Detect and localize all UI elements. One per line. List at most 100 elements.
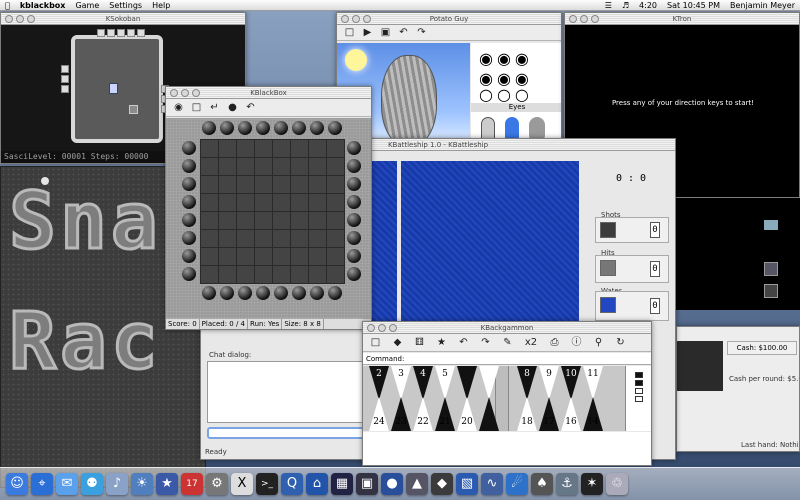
chat-input[interactable] <box>207 427 367 439</box>
laser-entry-ball[interactable] <box>347 141 361 155</box>
own-sea-grid[interactable] <box>369 161 397 327</box>
laser-entry-ball[interactable] <box>220 286 234 300</box>
minimize-button[interactable] <box>352 15 360 23</box>
menu-help[interactable]: Help <box>147 0 175 11</box>
blackbox-board[interactable] <box>166 118 371 320</box>
quicktime-icon[interactable]: Q <box>281 473 303 495</box>
checker[interactable] <box>635 380 643 386</box>
laser-entry-ball[interactable] <box>182 195 196 209</box>
laser-entry-ball[interactable] <box>182 231 196 245</box>
new-icon[interactable]: □ <box>369 336 382 349</box>
close-button[interactable] <box>341 15 349 23</box>
board-point[interactable] <box>479 366 499 400</box>
command-bar[interactable]: Command: <box>363 353 651 365</box>
ksokoban-titlebar[interactable]: KSokoban <box>1 13 245 25</box>
finder-icon[interactable]: ☺ <box>6 473 28 495</box>
laser-entry-ball[interactable] <box>347 231 361 245</box>
kblackbox-icon[interactable]: ▦ <box>331 473 353 495</box>
redo-icon[interactable]: ↷ <box>479 336 492 349</box>
klines-icon[interactable]: ● <box>381 473 403 495</box>
kbattleship-icon[interactable]: ⚓ <box>556 473 578 495</box>
undo-icon[interactable]: ↶ <box>457 336 470 349</box>
checker[interactable] <box>635 388 643 394</box>
laser-entry-ball[interactable] <box>347 249 361 263</box>
kbounce-icon[interactable]: ☄ <box>506 473 528 495</box>
apple-menu-icon[interactable]:  <box>0 0 15 11</box>
laser-entry-ball[interactable] <box>347 195 361 209</box>
app-menu[interactable]: kblackbox <box>15 0 71 11</box>
safari-icon[interactable]: ⌖ <box>31 473 53 495</box>
minimize-button[interactable] <box>580 15 588 23</box>
kasteroids-icon[interactable]: ✶ <box>581 473 603 495</box>
chat-log[interactable] <box>207 361 367 423</box>
kbackgammon-titlebar[interactable]: KBackgammon <box>363 322 651 334</box>
terminal-icon[interactable]: >_ <box>256 473 278 495</box>
ktron-titlebar[interactable]: KTron <box>565 13 799 25</box>
laser-entry-ball[interactable] <box>182 213 196 227</box>
laser-entry-ball[interactable] <box>347 159 361 173</box>
laser-entry-ball[interactable] <box>182 267 196 281</box>
hint-icon[interactable]: ↵ <box>208 101 221 114</box>
user-name[interactable]: Benjamin Meyer <box>725 0 800 11</box>
close-button[interactable] <box>170 89 178 97</box>
print-icon[interactable]: ⎙ <box>548 336 561 349</box>
mail-icon[interactable]: ✉ <box>56 473 78 495</box>
laser-entry-ball[interactable] <box>274 286 288 300</box>
kde-icon[interactable]: ⌂ <box>306 473 328 495</box>
open-icon[interactable]: ▶ <box>361 26 374 39</box>
itunes-icon[interactable]: ♪ <box>106 473 128 495</box>
solve-icon[interactable]: □ <box>190 101 203 114</box>
laser-entry-ball[interactable] <box>328 286 342 300</box>
minimize-button[interactable] <box>16 15 24 23</box>
preferences-icon[interactable]: ⚙ <box>206 473 228 495</box>
laser-entry-ball[interactable] <box>182 159 196 173</box>
close-button[interactable] <box>5 15 13 23</box>
x11-icon[interactable]: X <box>231 473 253 495</box>
laser-entry-ball[interactable] <box>202 121 216 135</box>
laser-entry-ball[interactable] <box>256 286 270 300</box>
zoom-button[interactable] <box>192 89 200 97</box>
kbackgammon-icon[interactable]: ▲ <box>406 473 428 495</box>
ichat-icon[interactable]: ⚉ <box>81 473 103 495</box>
close-button[interactable] <box>569 15 577 23</box>
backgammon-board[interactable]: 2 24 3 23 4 22 5 21 20 8 18 9 17 10 16 11 14 <box>363 366 651 431</box>
trash-icon[interactable]: ♲ <box>606 473 628 495</box>
menu-settings[interactable]: Settings <box>104 0 147 11</box>
minimize-button[interactable] <box>378 324 386 332</box>
move-icon[interactable]: ★ <box>435 336 448 349</box>
info-icon[interactable]: ⓘ <box>570 336 583 349</box>
laser-entry-ball[interactable] <box>182 141 196 155</box>
connect-icon[interactable]: ◆ <box>391 336 404 349</box>
board-point[interactable] <box>479 397 499 431</box>
date-time[interactable]: Sat 10:45 PM <box>662 0 725 11</box>
iphoto-icon[interactable]: ☀ <box>131 473 153 495</box>
laser-entry-ball[interactable] <box>292 286 306 300</box>
kblackbox-titlebar[interactable]: KBlackBox <box>166 87 371 99</box>
wifi-icon[interactable]: ☰ <box>600 0 617 11</box>
new-icon[interactable]: □ <box>343 26 356 39</box>
eyes-row-1[interactable]: ◉◉◉ <box>479 49 533 68</box>
laser-entry-ball[interactable] <box>238 121 252 135</box>
laser-entry-ball[interactable] <box>182 177 196 191</box>
laser-entry-ball[interactable] <box>202 286 216 300</box>
laser-entry-ball[interactable] <box>220 121 234 135</box>
laser-entry-ball[interactable] <box>256 121 270 135</box>
zoom-button[interactable] <box>27 15 35 23</box>
ical-icon[interactable]: 17 <box>181 473 203 495</box>
ksokoban-icon[interactable]: ▣ <box>356 473 378 495</box>
eyes-row-3[interactable]: ○○○ <box>479 85 533 104</box>
save-icon[interactable]: ▣ <box>379 26 392 39</box>
zoom-button[interactable] <box>591 15 599 23</box>
kpoker-icon[interactable]: ♠ <box>531 473 553 495</box>
kmines-icon[interactable]: ◆ <box>431 473 453 495</box>
zoom-button[interactable] <box>363 15 371 23</box>
laser-entry-ball[interactable] <box>238 286 252 300</box>
zoom-button[interactable] <box>389 324 397 332</box>
double-cube-button[interactable]: x2 <box>523 336 539 349</box>
ktron-icon[interactable]: ▧ <box>456 473 478 495</box>
laser-entry-ball[interactable] <box>292 121 306 135</box>
blackbox-grid[interactable] <box>200 139 345 284</box>
redo-icon[interactable]: ↷ <box>415 26 428 39</box>
battery-clock[interactable]: 4:20 <box>634 0 662 11</box>
laser-entry-ball[interactable] <box>347 267 361 281</box>
